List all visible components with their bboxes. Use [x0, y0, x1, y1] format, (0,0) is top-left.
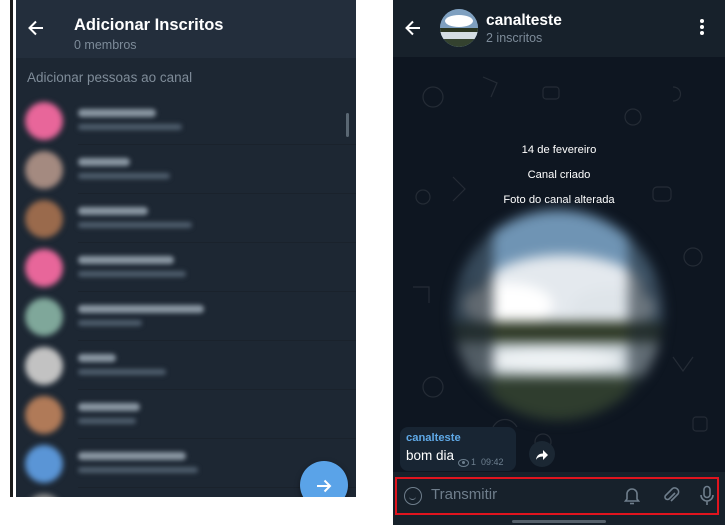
add-members-screen: Adicionar Inscritos 0 membros Adicionar … — [16, 0, 356, 497]
share-button[interactable] — [529, 441, 555, 467]
message-bubble[interactable]: canalteste bom dia 1 09:42 — [400, 427, 516, 471]
home-indicator — [512, 520, 606, 523]
contact-avatar — [25, 445, 63, 483]
input-highlight-frame: Transmitir — [395, 477, 719, 515]
bell-icon[interactable] — [623, 485, 641, 510]
microphone-icon[interactable] — [699, 485, 715, 512]
contact-avatar — [25, 249, 63, 287]
back-arrow-icon[interactable] — [26, 18, 46, 42]
channel-title[interactable]: canalteste — [486, 12, 562, 30]
contact-avatar — [25, 102, 63, 140]
contact-name-blurred — [78, 158, 130, 166]
contact-avatar — [25, 347, 63, 385]
contact-status-blurred — [78, 222, 192, 228]
contact-avatar — [25, 200, 63, 238]
channel-chat-screen: 14 de fevereiro Canal criado Foto do can… — [393, 0, 725, 525]
contact-status-blurred — [78, 418, 136, 424]
contact-name-blurred — [78, 354, 116, 362]
contact-row[interactable] — [16, 145, 356, 194]
message-text: bom dia — [406, 448, 455, 463]
contact-row[interactable] — [16, 243, 356, 292]
message-input-bar: Transmitir — [393, 472, 725, 525]
contact-status-blurred — [78, 124, 182, 130]
contact-avatar — [25, 298, 63, 336]
page-title: Adicionar Inscritos — [74, 16, 224, 34]
contact-row[interactable] — [16, 341, 356, 390]
message-author: canalteste — [406, 432, 461, 444]
contact-row[interactable] — [16, 390, 356, 439]
contact-row[interactable] — [16, 292, 356, 341]
contact-name-blurred — [78, 305, 204, 313]
smile-icon[interactable] — [404, 487, 422, 505]
paperclip-icon[interactable] — [662, 485, 680, 510]
section-label: Adicionar pessoas ao canal — [27, 70, 193, 85]
chat-header: canalteste 2 inscritos — [393, 0, 725, 57]
contact-avatar — [25, 151, 63, 189]
message-time: 09:42 — [481, 457, 504, 467]
contact-status-blurred — [78, 320, 142, 326]
contact-name-blurred — [78, 452, 186, 460]
view-count: 1 — [471, 457, 477, 467]
channel-avatar[interactable] — [440, 9, 478, 47]
contact-status-blurred — [78, 467, 198, 473]
contact-name-blurred — [78, 109, 156, 117]
contact-name-blurred — [78, 207, 148, 215]
contact-name-blurred — [78, 256, 174, 264]
member-count: 0 membros — [74, 38, 137, 52]
contact-status-blurred — [78, 369, 166, 375]
arrow-right-icon — [317, 479, 332, 493]
contact-avatar — [25, 494, 63, 497]
contact-avatar — [25, 396, 63, 434]
contact-status-blurred — [78, 173, 170, 179]
channel-created-message: Canal criado — [527, 169, 591, 181]
message-meta: 1 09:42 — [458, 457, 504, 467]
contact-row[interactable] — [16, 96, 356, 145]
back-arrow-icon[interactable] — [403, 18, 423, 42]
date-label: 14 de fevereiro — [521, 144, 597, 156]
contact-name-blurred — [78, 403, 140, 411]
scrollbar-thumb[interactable] — [346, 113, 349, 137]
subscriber-count: 2 inscritos — [486, 31, 543, 45]
share-arrow-icon — [536, 449, 548, 460]
message-input[interactable]: Transmitir — [431, 486, 497, 503]
more-options-icon[interactable] — [699, 18, 705, 40]
contact-row[interactable] — [16, 194, 356, 243]
photo-changed-message: Foto do canal alterada — [503, 194, 615, 206]
app-header: Adicionar Inscritos 0 membros — [16, 0, 356, 58]
contact-list — [16, 96, 356, 497]
contact-status-blurred — [78, 271, 186, 277]
channel-photo[interactable] — [453, 210, 663, 420]
eye-icon — [458, 458, 469, 467]
screenshot-left-border — [10, 0, 13, 497]
